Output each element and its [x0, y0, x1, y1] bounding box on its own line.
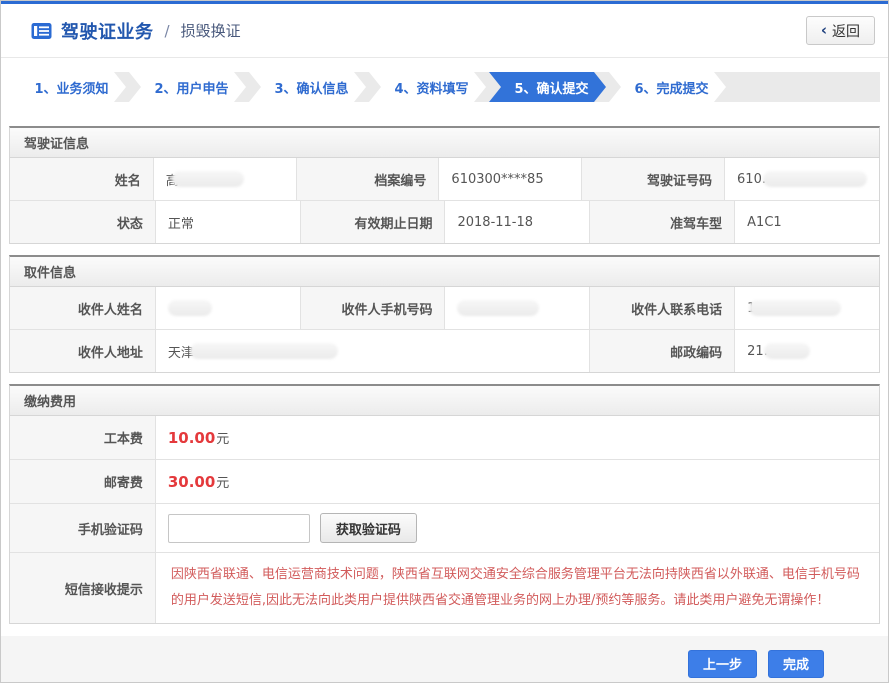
file-no-value: 610300****85: [438, 158, 581, 200]
finish-button[interactable]: 完成: [768, 650, 824, 678]
table-row: 短信接收提示 因陕西省联通、电信运营商技术问题，陕西省互联网交通安全综合服务管理…: [10, 552, 879, 623]
table-row: 工本费 10.00 元: [10, 416, 879, 459]
recipient-phone-value: 1: [734, 287, 879, 329]
sms-notice-text: 因陕西省联通、电信运营商技术问题，陕西省互联网交通安全综合服务管理平台无法向持陕…: [171, 562, 864, 614]
table-row: 邮寄费 30.00 元: [10, 459, 879, 503]
name-label: 姓名: [10, 158, 153, 200]
step-tab-6[interactable]: 6、完成提交: [609, 72, 726, 102]
footer-actions: 上一步 完成: [1, 636, 888, 683]
redaction-smudge: [764, 343, 810, 359]
address-value: 天津: [155, 330, 590, 372]
status-value: 正常: [155, 201, 300, 243]
license-info-title: 驾驶证信息: [10, 128, 879, 158]
breadcrumb-separator: /: [165, 22, 170, 40]
postcode-label: 邮政编码: [589, 330, 734, 372]
table-row: 手机验证码 获取验证码: [10, 503, 879, 552]
license-card-icon: [31, 22, 52, 40]
recipient-name-value: [155, 287, 300, 329]
sms-notice-cell: 因陕西省联通、电信运营商技术问题，陕西省互联网交通安全综合服务管理平台无法向持陕…: [155, 553, 879, 623]
redaction-smudge: [190, 343, 338, 359]
status-label: 状态: [10, 201, 155, 243]
page-title: 驾驶证业务: [61, 18, 154, 44]
expiry-label: 有效期止日期: [300, 201, 445, 243]
step-tab-1[interactable]: 1、业务须知: [9, 72, 126, 102]
table-row: 收件人姓名 收件人手机号码 收件人联系电话 1: [10, 287, 879, 329]
pickup-info-section: 取件信息 收件人姓名 收件人手机号码 收件人联系电话 1 收件人地址 天津: [9, 255, 880, 373]
pickup-info-title: 取件信息: [10, 257, 879, 287]
redaction-smudge: [457, 300, 539, 316]
sms-notice-label: 短信接收提示: [10, 553, 155, 623]
back-button[interactable]: ‹ 返回: [806, 16, 875, 45]
vehicle-type-value: A1C1: [734, 201, 879, 243]
license-info-section: 驾驶证信息 姓名 高 档案编号 610300****85 驾驶证号码 610. …: [9, 126, 880, 244]
step-tab-5-active[interactable]: 5、确认提交: [489, 72, 606, 102]
table-row: 收件人地址 天津 邮政编码 21.: [10, 329, 879, 372]
recipient-phone-label: 收件人联系电话: [589, 287, 734, 329]
production-fee-label: 工本费: [10, 416, 155, 459]
vehicle-type-label: 准驾车型: [589, 201, 734, 243]
fees-title: 缴纳费用: [10, 386, 879, 416]
postcode-value: 21.: [734, 330, 879, 372]
step-tab-2[interactable]: 2、用户申告: [129, 72, 246, 102]
fee-unit: 元: [216, 428, 229, 447]
file-no-label: 档案编号: [296, 158, 439, 200]
fee-unit: 元: [216, 472, 229, 491]
address-label: 收件人地址: [10, 330, 155, 372]
recipient-name-label: 收件人姓名: [10, 287, 155, 329]
production-fee-value: 10.00 元: [155, 416, 879, 459]
wizard-steps-bar: 1、业务须知 2、用户申告 3、确认信息 4、资料填写 5、确认提交 6、完成提…: [9, 72, 880, 102]
mail-fee-label: 邮寄费: [10, 460, 155, 503]
captcha-input[interactable]: [168, 514, 310, 543]
step-tab-3[interactable]: 3、确认信息: [249, 72, 366, 102]
recipient-mobile-label: 收件人手机号码: [300, 287, 445, 329]
header: 驾驶证业务 / 损毁换证 ‹ 返回: [1, 4, 888, 58]
captcha-cell: 获取验证码: [155, 504, 879, 552]
redaction-smudge: [763, 171, 867, 187]
breadcrumb: 驾驶证业务 / 损毁换证: [31, 18, 241, 44]
license-no-value: 610.: [724, 158, 879, 200]
recipient-mobile-value: [444, 287, 589, 329]
back-button-label: 返回: [832, 21, 860, 41]
get-captcha-button[interactable]: 获取验证码: [320, 513, 417, 543]
expiry-value: 2018-11-18: [444, 201, 589, 243]
table-row: 姓名 高 档案编号 610300****85 驾驶证号码 610.: [10, 158, 879, 200]
fees-section: 缴纳费用 工本费 10.00 元 邮寄费 30.00 元 手机验证码 获取验证码…: [9, 384, 880, 624]
redaction-smudge: [172, 171, 244, 187]
mail-fee-amount: 30.00: [168, 473, 215, 491]
page: 驾驶证业务 / 损毁换证 ‹ 返回 1、业务须知 2、用户申告 3、确认信息 4…: [0, 0, 889, 683]
redaction-smudge: [749, 300, 841, 316]
table-row: 状态 正常 有效期止日期 2018-11-18 准驾车型 A1C1: [10, 200, 879, 243]
page-subtitle: 损毁换证: [181, 20, 241, 41]
mail-fee-value: 30.00 元: [155, 460, 879, 503]
license-no-label: 驾驶证号码: [581, 158, 724, 200]
previous-step-button[interactable]: 上一步: [688, 650, 757, 678]
production-fee-amount: 10.00: [168, 429, 215, 447]
step-tab-4[interactable]: 4、资料填写: [369, 72, 486, 102]
name-value: 高: [153, 158, 296, 200]
captcha-label: 手机验证码: [10, 504, 155, 552]
redaction-smudge: [168, 300, 212, 316]
back-chevron-icon: ‹: [821, 23, 827, 38]
